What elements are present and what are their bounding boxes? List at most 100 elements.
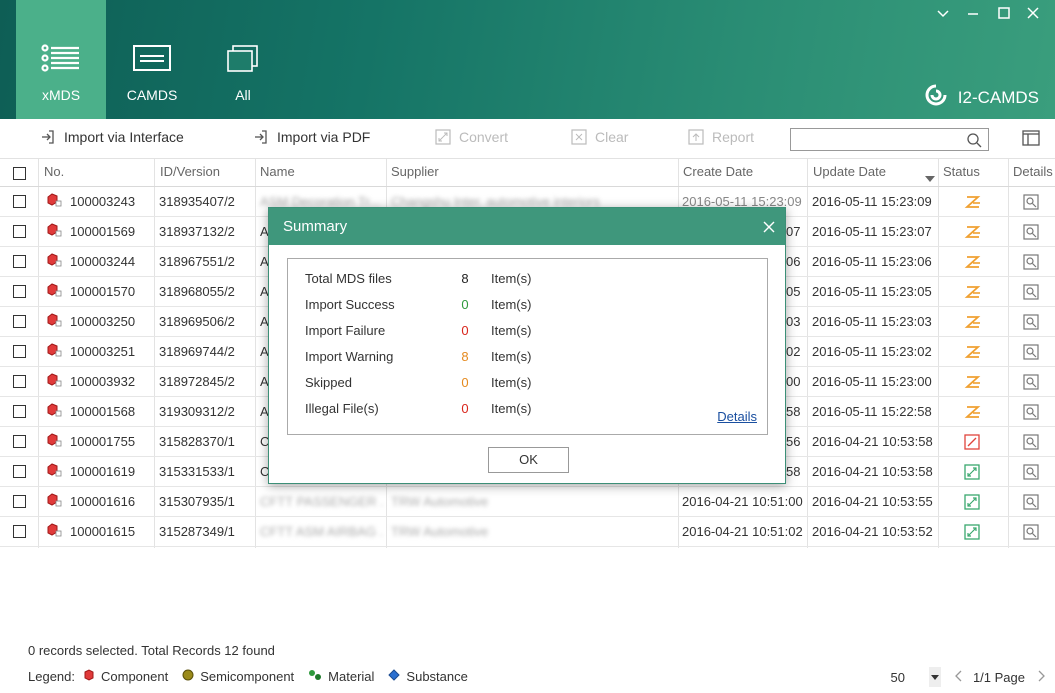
details-view-icon[interactable]	[1023, 224, 1039, 243]
search-icon[interactable]	[966, 132, 982, 151]
tab-all[interactable]: All	[198, 0, 288, 119]
status-warning-icon[interactable]	[964, 314, 982, 333]
summary-value: 8	[461, 271, 469, 286]
summary-label: Import Warning	[305, 349, 394, 364]
col-header-details[interactable]: Details	[1013, 159, 1053, 185]
status-warning-icon[interactable]	[964, 254, 982, 273]
row-checkbox[interactable]	[13, 225, 26, 238]
prev-page-icon[interactable]	[955, 670, 963, 685]
row-checkbox[interactable]	[13, 285, 26, 298]
component-icon	[46, 518, 62, 547]
details-view-icon[interactable]	[1023, 404, 1039, 423]
col-header-no[interactable]: No.	[44, 159, 64, 185]
tab-camds[interactable]: CAMDS	[107, 0, 197, 119]
page-size-select[interactable]: 50	[890, 667, 941, 687]
panel-toggle-icon[interactable]	[1022, 130, 1040, 149]
component-icon	[46, 248, 62, 277]
select-all-checkbox[interactable]	[13, 167, 26, 180]
row-id-version: 318937132/2	[159, 224, 235, 239]
row-name: CFTT PASSENGER ...	[260, 494, 384, 509]
ok-button[interactable]: OK	[488, 447, 569, 473]
status-warning-icon[interactable]	[964, 284, 982, 303]
details-view-icon[interactable]	[1023, 524, 1039, 543]
row-checkbox[interactable]	[13, 375, 26, 388]
status-error-icon[interactable]	[964, 434, 980, 453]
dialog-close-icon[interactable]	[763, 208, 775, 245]
row-id-version: 318969744/2	[159, 344, 235, 359]
row-checkbox[interactable]	[13, 525, 26, 538]
col-header-status[interactable]: Status	[943, 159, 980, 185]
legend-label: Legend:	[28, 669, 75, 684]
import-interface-label: Import via Interface	[64, 129, 184, 145]
col-header-update-date[interactable]: Update Date	[813, 159, 886, 185]
table-row[interactable]: 100001616 315307935/1 CFTT PASSENGER ... TR…	[0, 487, 1055, 517]
dropdown-chevron-icon[interactable]	[934, 6, 952, 22]
summary-row: Import Success 0 Item(s)	[305, 297, 605, 317]
report-button[interactable]: Report	[688, 129, 754, 145]
import-pdf-button[interactable]: Import via PDF	[253, 129, 370, 145]
status-warning-icon[interactable]	[964, 344, 982, 363]
sort-desc-icon[interactable]	[925, 170, 935, 185]
component-icon	[46, 488, 62, 517]
summary-label: Import Success	[305, 297, 395, 312]
status-converted-icon[interactable]	[964, 524, 980, 543]
row-no: 100003251	[46, 337, 135, 367]
row-checkbox[interactable]	[13, 345, 26, 358]
report-icon	[688, 129, 704, 145]
next-page-icon[interactable]	[1037, 670, 1045, 685]
row-checkbox[interactable]	[13, 195, 26, 208]
status-warning-icon[interactable]	[964, 374, 982, 393]
search-input[interactable]	[791, 129, 961, 150]
col-header-create-date[interactable]: Create Date	[683, 159, 753, 185]
status-warning-icon[interactable]	[964, 404, 982, 423]
import-pdf-label: Import via PDF	[277, 129, 371, 145]
summary-value: 0	[461, 297, 469, 312]
maximize-icon[interactable]	[995, 6, 1013, 22]
import-interface-button[interactable]: Import via Interface	[40, 129, 184, 145]
summary-row: Illegal File(s) 0 Item(s)	[305, 401, 605, 421]
status-converted-icon[interactable]	[964, 494, 980, 513]
row-checkbox[interactable]	[13, 315, 26, 328]
legend-substance: Substance	[388, 669, 468, 684]
col-header-supplier[interactable]: Supplier	[391, 159, 439, 185]
row-no-text: 100003251	[70, 344, 136, 359]
col-header-name[interactable]: Name	[260, 159, 295, 185]
tab-xmds[interactable]: xMDS	[16, 0, 106, 119]
component-icon	[46, 218, 62, 247]
details-view-icon[interactable]	[1023, 284, 1039, 303]
row-checkbox[interactable]	[13, 405, 26, 418]
row-checkbox[interactable]	[13, 465, 26, 478]
close-icon[interactable]	[1024, 6, 1042, 22]
details-link[interactable]: Details	[717, 409, 757, 424]
row-checkbox[interactable]	[13, 255, 26, 268]
clear-button[interactable]: Clear	[571, 129, 628, 145]
details-view-icon[interactable]	[1023, 314, 1039, 333]
status-warning-icon[interactable]	[964, 194, 982, 213]
component-icon	[46, 308, 62, 337]
details-view-icon[interactable]	[1023, 464, 1039, 483]
component-icon	[46, 368, 62, 397]
component-icon	[83, 669, 95, 684]
row-checkbox[interactable]	[13, 435, 26, 448]
row-no: 100001570	[46, 277, 135, 307]
details-view-icon[interactable]	[1023, 254, 1039, 273]
status-warning-icon[interactable]	[964, 224, 982, 243]
brand-name: I2-CAMDS	[957, 87, 1039, 107]
details-view-icon[interactable]	[1023, 434, 1039, 453]
details-view-icon[interactable]	[1023, 344, 1039, 363]
import-icon	[40, 129, 56, 145]
row-checkbox[interactable]	[13, 495, 26, 508]
details-view-icon[interactable]	[1023, 194, 1039, 213]
details-view-icon[interactable]	[1023, 374, 1039, 393]
dropdown-arrow-icon[interactable]	[928, 667, 941, 687]
row-update-date: 2016-05-11 15:22:58	[812, 404, 932, 419]
summary-box: Details Total MDS files 8 Item(s) Import Su…	[287, 258, 768, 435]
convert-button[interactable]: Convert	[435, 129, 508, 145]
minimize-icon[interactable]	[964, 6, 982, 22]
row-no-text: 100001755	[70, 434, 136, 449]
status-converted-icon[interactable]	[964, 464, 980, 483]
details-view-icon[interactable]	[1023, 494, 1039, 513]
table-row[interactable]: 100001615 315287349/1 CFTT ASM AIRBAG ... T…	[0, 517, 1055, 547]
tab-xmds-label: xMDS	[41, 87, 81, 103]
col-header-id[interactable]: ID/Version	[160, 159, 220, 185]
